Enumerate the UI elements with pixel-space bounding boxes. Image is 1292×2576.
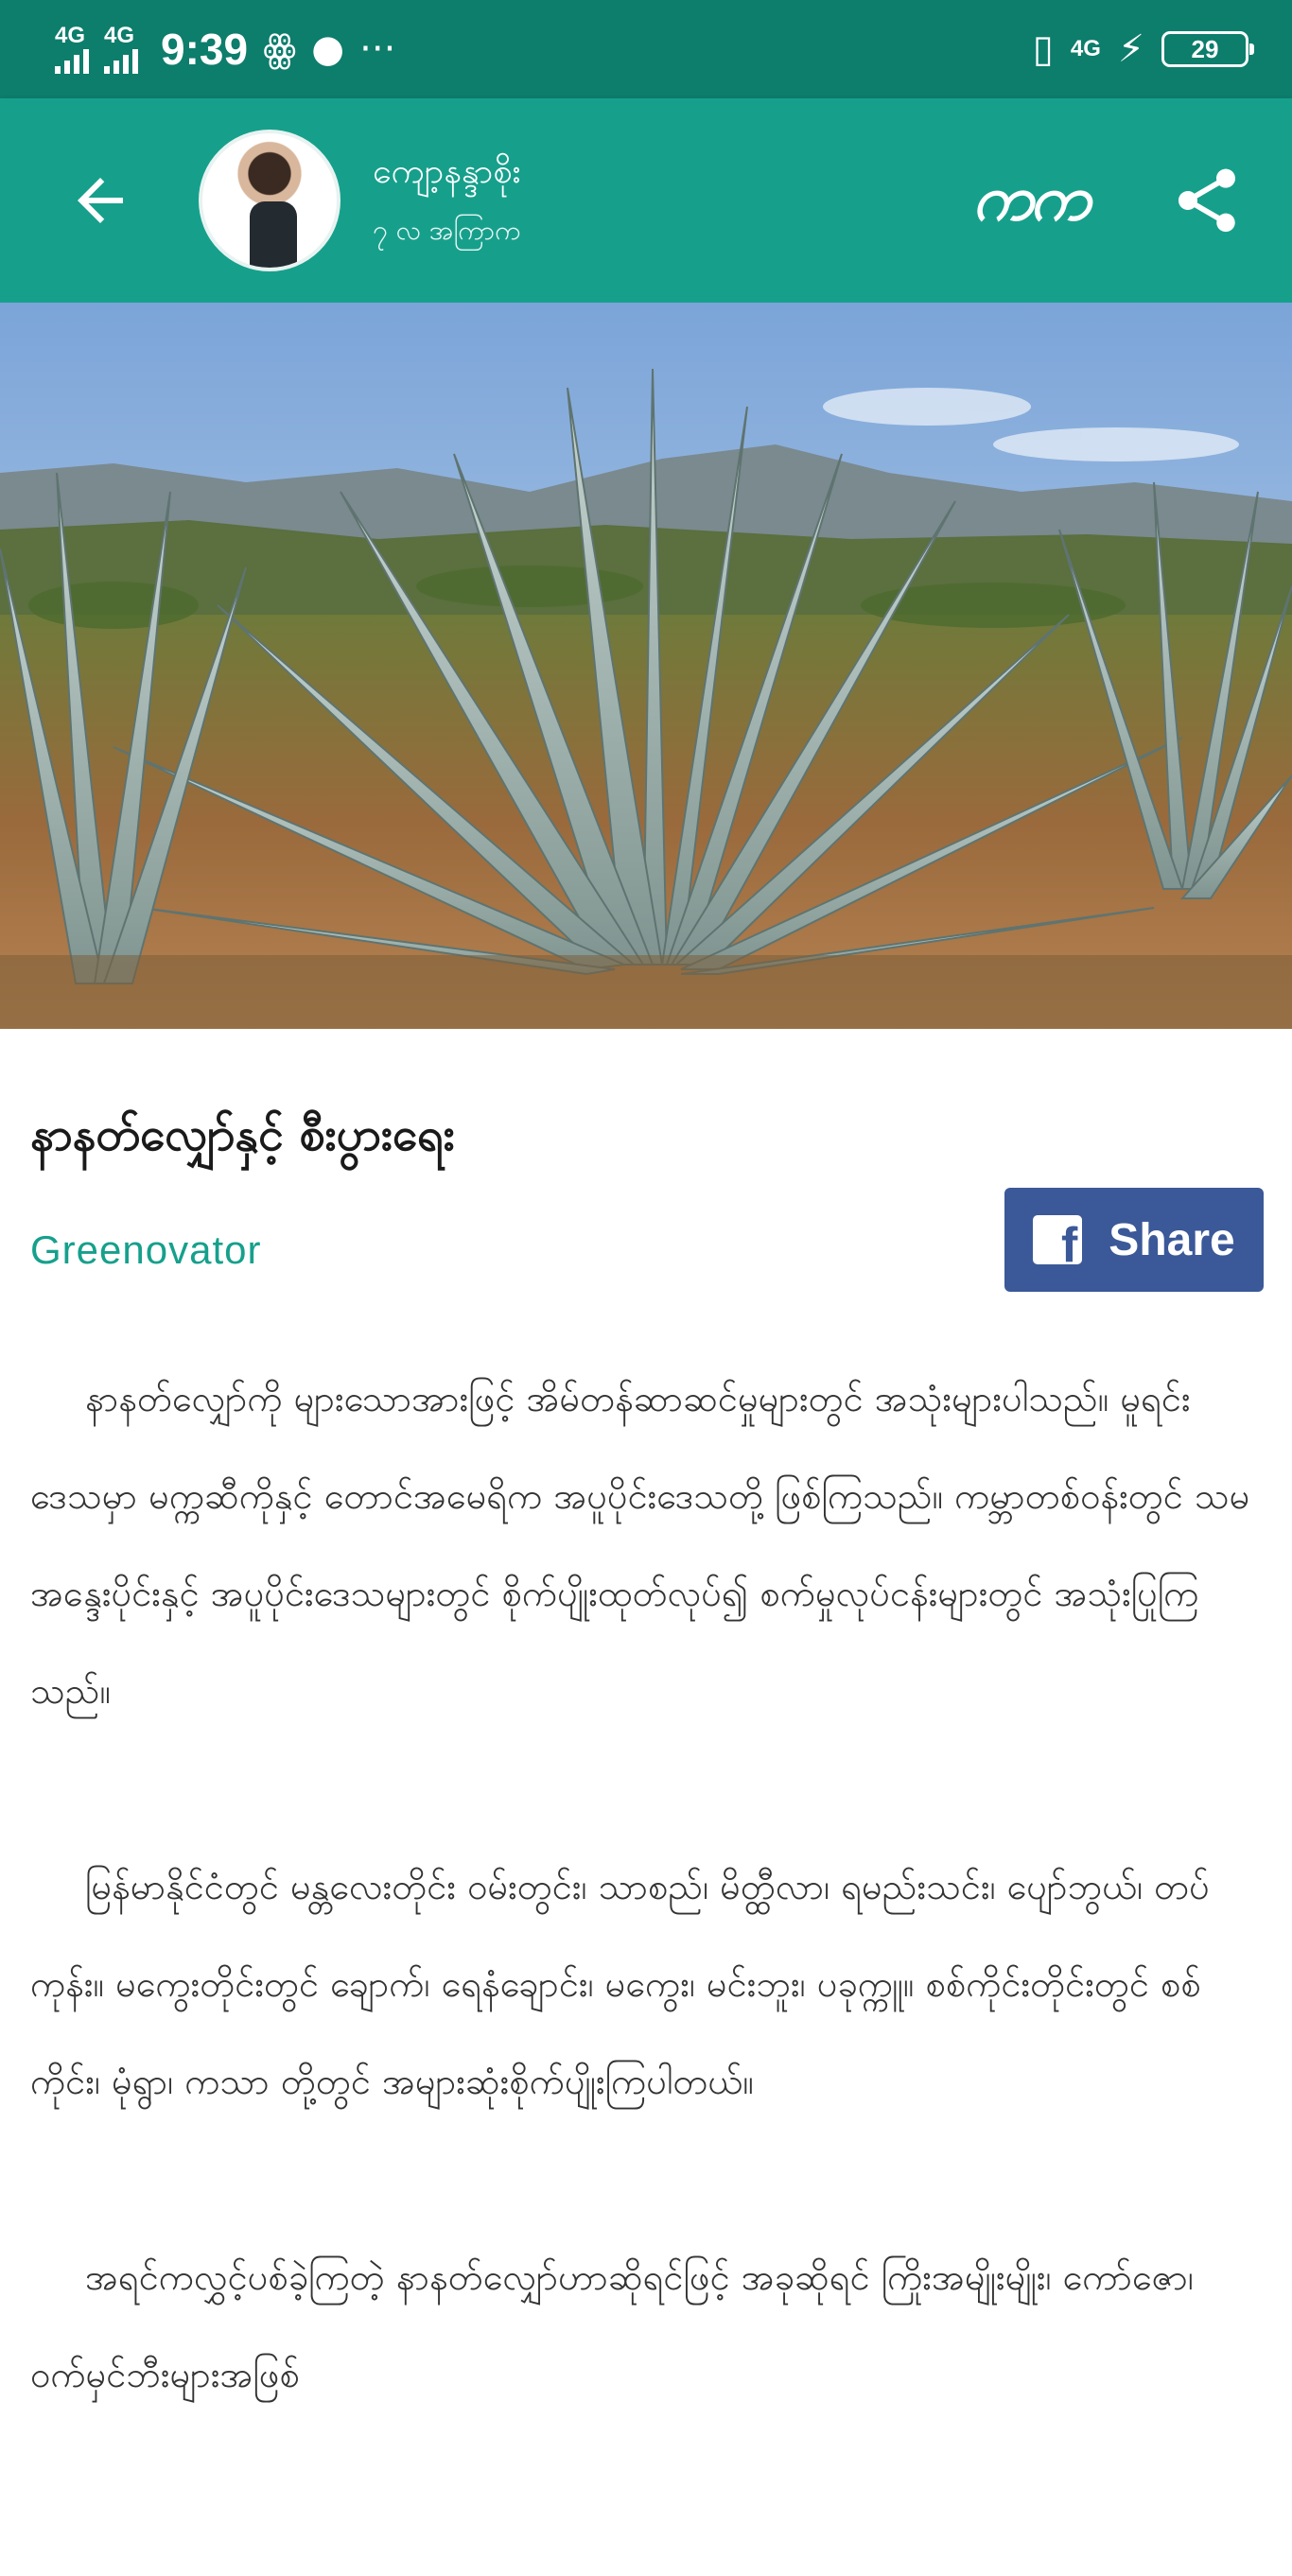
- facebook-share-button[interactable]: f Share: [1004, 1188, 1264, 1292]
- app-bar: ကျော့နန္ဒာစိုး ၇ လ အကြာက ကက: [0, 98, 1292, 303]
- charging-icon: ⚡: [1117, 27, 1144, 71]
- network-label-3: 4G: [1070, 36, 1101, 61]
- post-time: ၇ လ အကြာက: [373, 215, 521, 246]
- author-block[interactable]: ကျော့နန္ဒာစိုး ၇ လ အကြာက: [373, 148, 521, 252]
- more-icon: ···: [359, 27, 396, 71]
- signal-icon-2: 4G: [104, 25, 138, 74]
- facebook-icon: f: [1033, 1215, 1083, 1264]
- clock: 9:39: [161, 25, 249, 74]
- article-title: နာနတ်လျှော်နှင့် စီးပွားရေး: [30, 1108, 455, 1161]
- message-icon: ●: [311, 27, 345, 71]
- sim-icon: ꙮ: [263, 27, 297, 71]
- status-bar-left: 4G 4G 9:39 ꙮ ● ···: [55, 24, 1033, 75]
- battery-level: 29: [1191, 34, 1219, 63]
- article-paragraph: မြန်မာနိုင်ငံတွင် မန္တလေးတိုင်း ဝမ်းတွင်…: [30, 1866, 1210, 2102]
- network-label-2: 4G: [104, 23, 135, 48]
- signal-icon-1: 4G: [55, 25, 89, 74]
- hero-image: [0, 303, 1292, 1029]
- article-paragraph: အရင်ကလွှင့်ပစ်ခဲ့ကြတဲ့ နာနတ်လျှော်ဟာဆိုရ…: [30, 2256, 1194, 2395]
- status-bar-right: ▯ 4G ⚡ 29: [1032, 27, 1254, 71]
- share-icon[interactable]: [1169, 161, 1245, 240]
- font-size-button[interactable]: ကက: [972, 159, 1091, 251]
- article-source[interactable]: Greenovator: [30, 1227, 261, 1273]
- vibrate-icon: ▯: [1032, 27, 1054, 71]
- battery-icon: 29: [1161, 31, 1254, 67]
- article-paragraph: နာနတ်လျှော်ကို များသောအားဖြင့် အိမ်တန်ဆာ…: [30, 1378, 1250, 1712]
- network-label-1: 4G: [55, 23, 86, 48]
- arrow-left-icon: [78, 178, 123, 223]
- author-name: ကျော့နန္ဒာစိုး: [373, 152, 521, 191]
- back-button[interactable]: [53, 153, 148, 248]
- article-body: နာနတ်လျှော်ကို များသောအားဖြင့် အိမ်တန်ဆာ…: [30, 1350, 1260, 2522]
- status-bar: 4G 4G 9:39 ꙮ ● ··· ▯ 4G ⚡ 29: [0, 0, 1292, 98]
- avatar[interactable]: [199, 130, 340, 271]
- share-label: Share: [1109, 1214, 1235, 1265]
